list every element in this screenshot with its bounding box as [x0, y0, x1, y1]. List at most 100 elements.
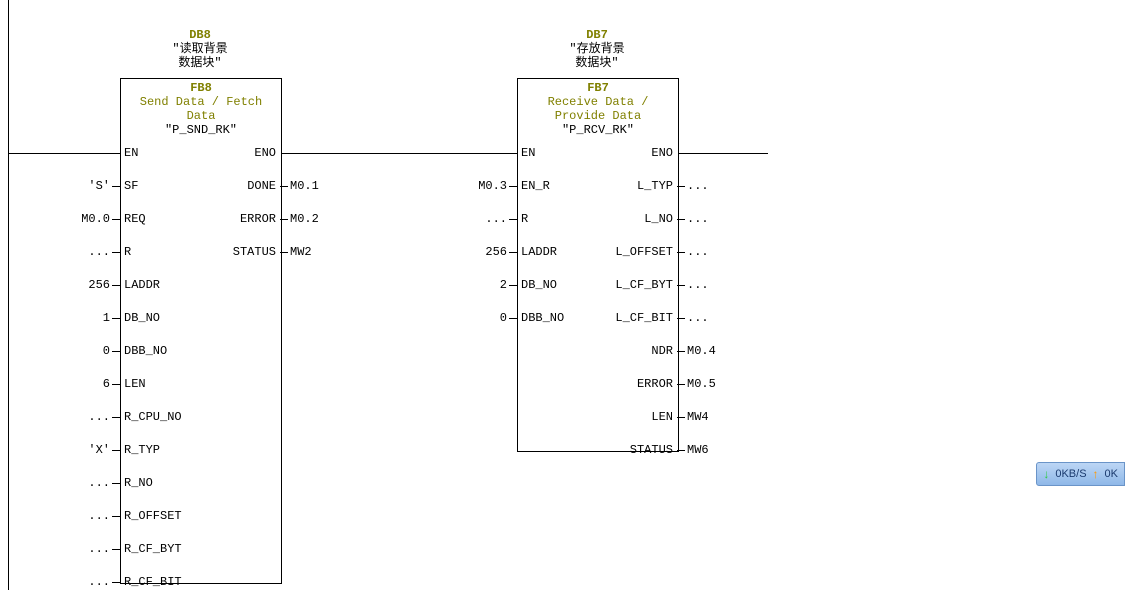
left-power-rail — [8, 0, 9, 590]
input-value-dbb_no: 0 — [40, 344, 110, 358]
input-port-r_cpu_no: R_CPU_NO — [124, 410, 204, 424]
pin-line — [112, 252, 120, 253]
input-port-len: LEN — [124, 377, 204, 391]
ladder-canvas: DB8 ″读取背景 数据块″ FB8 Send Data / Fetch Dat… — [0, 0, 1125, 590]
output-port-l_cf_byt: L_CF_BYT — [593, 278, 673, 292]
input-port-en: EN — [521, 146, 601, 160]
pin-line — [677, 285, 685, 286]
pin-line — [509, 252, 517, 253]
pin-line — [112, 549, 120, 550]
fb8-inst: ″P_SND_RK″ — [121, 123, 281, 139]
output-value-ndr: M0.4 — [687, 344, 757, 358]
pin-line — [509, 318, 517, 319]
db7-text1: ″存放背景 — [497, 42, 697, 56]
input-value-laddr: 256 — [437, 245, 507, 259]
input-port-laddr: LADDR — [124, 278, 204, 292]
input-value-r_cf_bit: ... — [40, 575, 110, 589]
pin-line — [677, 351, 685, 352]
fb8-title: FB8 — [121, 79, 281, 95]
db7-label: DB7 — [497, 28, 697, 42]
pin-line — [677, 219, 685, 220]
input-value-sf: 'S' — [40, 179, 110, 193]
input-port-sf: SF — [124, 179, 204, 193]
fb8-sub1: Send Data / Fetch — [121, 95, 281, 109]
pin-line — [112, 450, 120, 451]
pin-line — [112, 582, 120, 583]
pin-line — [677, 318, 685, 319]
output-port-error: ERROR — [196, 212, 276, 226]
input-port-r: R — [521, 212, 601, 226]
input-value-db_no: 2 — [437, 278, 507, 292]
output-port-l_typ: L_TYP — [593, 179, 673, 193]
fb7-block: FB7 Receive Data / Provide Data ″P_RCV_R… — [517, 78, 679, 452]
output-port-len: LEN — [593, 410, 673, 424]
input-value-en_r: M0.3 — [437, 179, 507, 193]
output-value-l_typ: ... — [687, 179, 757, 193]
input-port-req: REQ — [124, 212, 204, 226]
input-value-db_no: 1 — [40, 311, 110, 325]
pin-line — [677, 384, 685, 385]
pin-line — [112, 219, 120, 220]
output-value-l_no: ... — [687, 212, 757, 226]
input-value-r_offset: ... — [40, 509, 110, 523]
network-monitor[interactable]: ↓ 0KB/S ↑ 0K — [1036, 462, 1125, 486]
input-port-en_r: EN_R — [521, 179, 601, 193]
input-port-dbb_no: DBB_NO — [124, 344, 204, 358]
pin-line — [280, 219, 288, 220]
output-value-l_cf_byt: ... — [687, 278, 757, 292]
output-port-eno: ENO — [593, 146, 673, 160]
rail-seg-3 — [678, 153, 768, 154]
pin-line — [677, 450, 685, 451]
pin-line — [112, 318, 120, 319]
input-port-r: R — [124, 245, 204, 259]
db8-text1: ″读取背景 — [100, 42, 300, 56]
output-value-l_offset: ... — [687, 245, 757, 259]
input-port-r_cf_bit: R_CF_BIT — [124, 575, 204, 589]
pin-line — [112, 483, 120, 484]
pin-line — [677, 417, 685, 418]
output-value-len: MW4 — [687, 410, 757, 424]
output-value-status: MW6 — [687, 443, 757, 457]
input-port-r_cf_byt: R_CF_BYT — [124, 542, 204, 556]
fb7-sub1: Receive Data / — [518, 95, 678, 109]
output-port-l_no: L_NO — [593, 212, 673, 226]
input-value-r_cpu_no: ... — [40, 410, 110, 424]
input-value-r: ... — [437, 212, 507, 226]
fb7-title: FB7 — [518, 79, 678, 95]
input-port-r_typ: R_TYP — [124, 443, 204, 457]
pin-line — [509, 285, 517, 286]
rail-seg-1 — [8, 153, 120, 154]
output-port-ndr: NDR — [593, 344, 673, 358]
input-value-r_no: ... — [40, 476, 110, 490]
input-port-laddr: LADDR — [521, 245, 601, 259]
fb7-inst: ″P_RCV_RK″ — [518, 123, 678, 139]
rail-seg-2 — [280, 153, 517, 154]
pin-line — [677, 186, 685, 187]
output-port-status: STATUS — [593, 443, 673, 457]
fb8-sub2: Data — [121, 109, 281, 123]
output-value-error: M0.2 — [290, 212, 360, 226]
pin-line — [112, 384, 120, 385]
input-port-db_no: DB_NO — [124, 311, 204, 325]
upload-speed: 0K — [1105, 468, 1118, 480]
input-value-laddr: 256 — [40, 278, 110, 292]
pin-line — [112, 285, 120, 286]
input-port-r_no: R_NO — [124, 476, 204, 490]
output-value-error: M0.5 — [687, 377, 757, 391]
pin-line — [280, 252, 288, 253]
download-speed: 0KB/S — [1055, 468, 1086, 480]
output-value-done: M0.1 — [290, 179, 360, 193]
input-port-en: EN — [124, 146, 204, 160]
pin-line — [509, 219, 517, 220]
pin-line — [112, 351, 120, 352]
input-port-r_offset: R_OFFSET — [124, 509, 204, 523]
pin-line — [677, 252, 685, 253]
pin-line — [280, 186, 288, 187]
input-value-r: ... — [40, 245, 110, 259]
output-value-status: MW2 — [290, 245, 360, 259]
download-arrow-icon: ↓ — [1043, 467, 1049, 481]
output-port-eno: ENO — [196, 146, 276, 160]
input-port-dbb_no: DBB_NO — [521, 311, 601, 325]
pin-line — [112, 516, 120, 517]
input-value-dbb_no: 0 — [437, 311, 507, 325]
